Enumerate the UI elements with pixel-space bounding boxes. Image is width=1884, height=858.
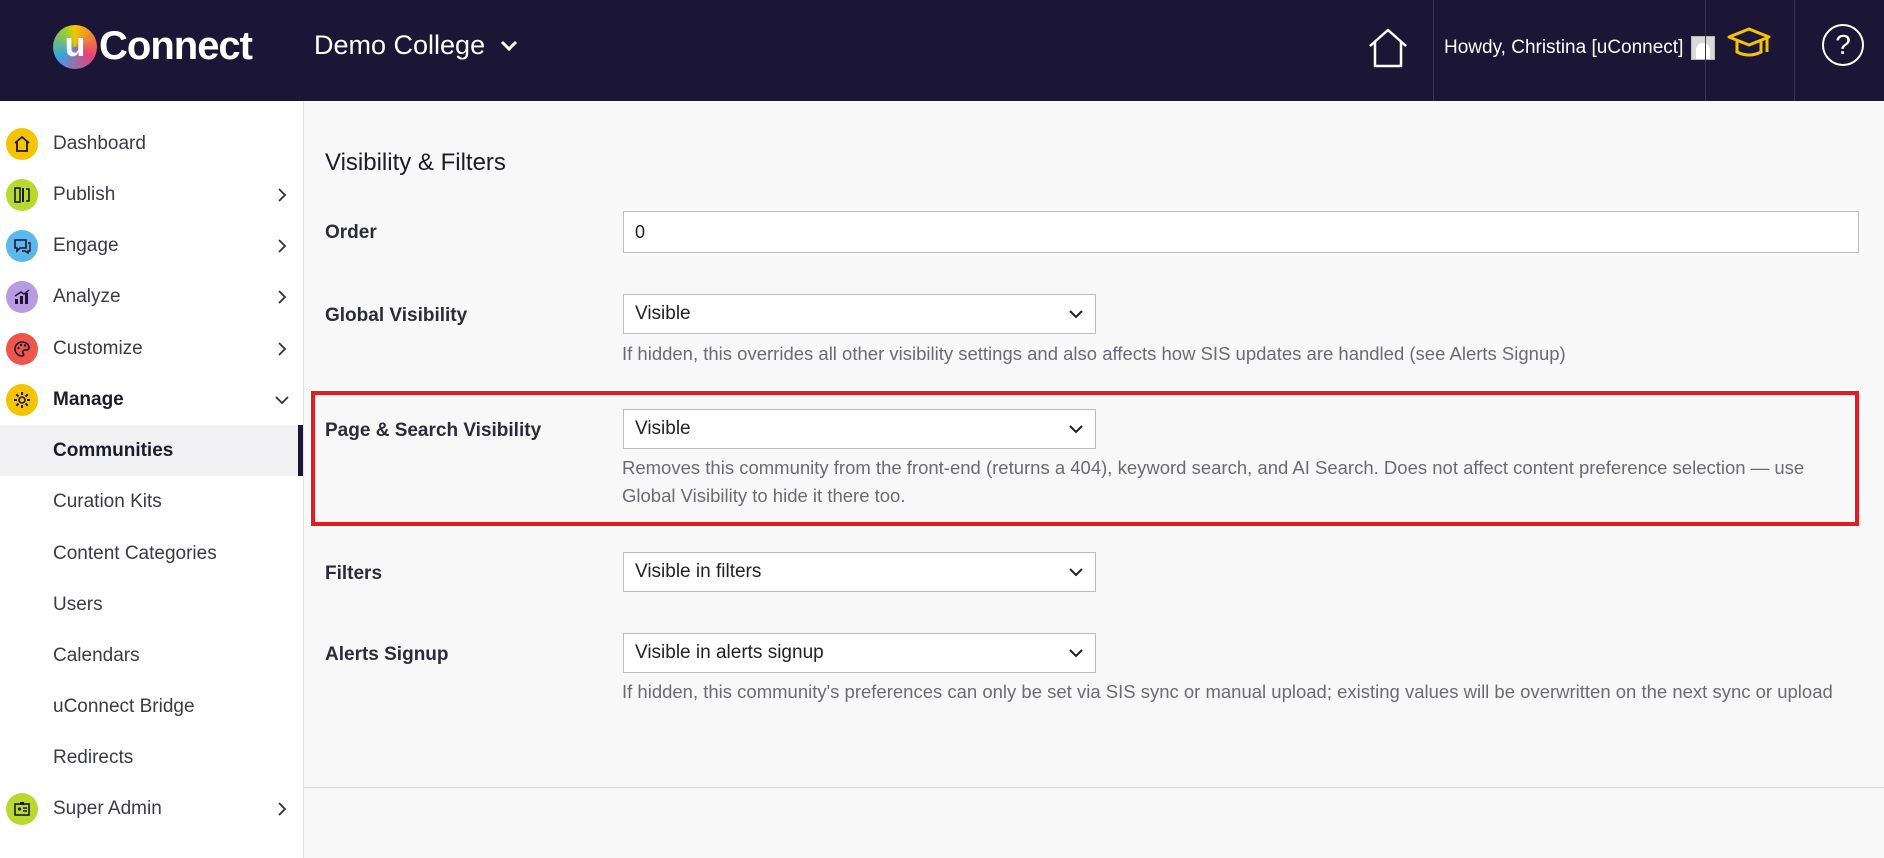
sidebar-item-analyze[interactable]: Analyze	[0, 271, 303, 322]
sidebar-item-calendars[interactable]: Calendars	[0, 630, 303, 681]
global-visibility-help: If hidden, this overrides all other visi…	[622, 343, 1566, 364]
chevron-down-icon	[275, 395, 289, 404]
gear-icon	[6, 383, 38, 416]
sidebar-item-users[interactable]: Users	[0, 579, 303, 630]
sidebar-item-label: Publish	[53, 183, 116, 205]
page-search-visibility-help: Global Visibility to hide it there too.	[622, 485, 906, 506]
sidebar-item-label: Customize	[53, 337, 143, 359]
sidebar-item-engage[interactable]: Engage	[0, 220, 303, 271]
publish-icon	[6, 178, 38, 211]
select-value: Visible in alerts signup	[635, 642, 824, 663]
select-value: Visible	[635, 303, 691, 324]
chevron-right-icon	[278, 801, 287, 816]
chevron-down-icon	[1069, 310, 1083, 319]
order-label: Order	[325, 222, 377, 243]
page-search-visibility-help: Removes this community from the front-en…	[622, 457, 1805, 478]
sidebar-item-label: Content Categories	[53, 542, 217, 564]
chevron-right-icon	[278, 289, 287, 304]
uconnect-logo[interactable]: u Connect	[53, 24, 253, 69]
page-search-visibility-select[interactable]: Visible	[623, 409, 1096, 449]
id-badge-icon	[6, 792, 38, 825]
section-title: Visibility & Filters	[325, 149, 506, 176]
sidebar-item-label: Calendars	[53, 644, 140, 666]
home-icon[interactable]	[1364, 24, 1412, 72]
global-visibility-select[interactable]: Visible	[623, 294, 1096, 334]
sidebar-item-content-categories[interactable]: Content Categories	[0, 528, 303, 579]
divider	[304, 787, 1884, 788]
filters-label: Filters	[325, 563, 383, 584]
topbar-divider	[1705, 0, 1706, 101]
chevron-down-icon	[1069, 649, 1083, 658]
sidebar-item-redirects[interactable]: Redirects	[0, 732, 303, 783]
college-selector[interactable]: Demo College	[314, 30, 519, 61]
sidebar-item-customize[interactable]: Customize	[0, 323, 303, 374]
sidebar-item-label: Dashboard	[53, 132, 146, 154]
chevron-right-icon	[278, 341, 287, 356]
user-menu[interactable]: Howdy, Christina [uConnect]	[1444, 36, 1716, 60]
sidebar-item-super-admin[interactable]: Super Admin	[0, 783, 303, 834]
home-icon	[6, 127, 38, 160]
chevron-right-icon	[278, 187, 287, 202]
top-bar: u Connect Demo College Howdy, Christina …	[0, 0, 1884, 101]
chart-icon	[6, 280, 38, 313]
global-visibility-label: Global Visibility	[325, 305, 468, 326]
alerts-signup-help: If hidden, this community's preferences …	[622, 681, 1833, 702]
user-greeting: Howdy, Christina [uConnect]	[1444, 37, 1684, 58]
sidebar-item-label: Users	[53, 593, 103, 615]
chevron-down-icon	[501, 40, 518, 51]
sidebar-item-label: Super Admin	[53, 797, 162, 819]
select-value: Visible in filters	[635, 561, 762, 582]
chevron-down-icon	[1069, 425, 1083, 434]
topbar-divider	[1794, 0, 1795, 101]
sidebar-item-publish[interactable]: Publish	[0, 169, 303, 220]
filters-select[interactable]: Visible in filters	[623, 552, 1096, 592]
palette-icon	[6, 332, 38, 365]
select-value: Visible	[635, 418, 691, 439]
sidebar: Dashboard Publish Engage Analyze Customi…	[0, 101, 304, 858]
help-icon[interactable]: ?	[1822, 24, 1864, 66]
logo-text: Connect	[99, 24, 253, 68]
avatar	[1691, 36, 1716, 60]
college-name: Demo College	[314, 30, 486, 60]
page-search-visibility-label: Page & Search Visibility	[325, 420, 542, 441]
sidebar-item-communities[interactable]: Communities	[0, 425, 303, 476]
sidebar-item-manage[interactable]: Manage	[0, 374, 303, 425]
sidebar-item-label: uConnect Bridge	[53, 695, 195, 717]
order-input[interactable]	[623, 211, 1859, 253]
chat-icon	[6, 229, 38, 262]
sidebar-item-label: Manage	[53, 388, 124, 410]
logo-bubble-icon: u	[53, 24, 97, 69]
chevron-right-icon	[278, 238, 287, 253]
main-content: Visibility & Filters Order Global Visibi…	[304, 101, 1884, 858]
sidebar-item-label: Communities	[53, 439, 174, 461]
sidebar-item-curation-kits[interactable]: Curation Kits	[0, 476, 303, 527]
alerts-signup-label: Alerts Signup	[325, 644, 449, 665]
sidebar-item-label: Engage	[53, 234, 119, 256]
sidebar-item-dashboard[interactable]: Dashboard	[0, 118, 303, 169]
sidebar-item-label: Redirects	[53, 746, 134, 768]
graduation-cap-icon[interactable]	[1726, 22, 1772, 68]
chevron-down-icon	[1069, 568, 1083, 577]
topbar-divider	[1433, 0, 1434, 101]
sidebar-item-uconnect-bridge[interactable]: uConnect Bridge	[0, 681, 303, 732]
alerts-signup-select[interactable]: Visible in alerts signup	[623, 633, 1096, 673]
sidebar-item-label: Analyze	[53, 285, 121, 307]
sidebar-item-label: Curation Kits	[53, 490, 162, 512]
